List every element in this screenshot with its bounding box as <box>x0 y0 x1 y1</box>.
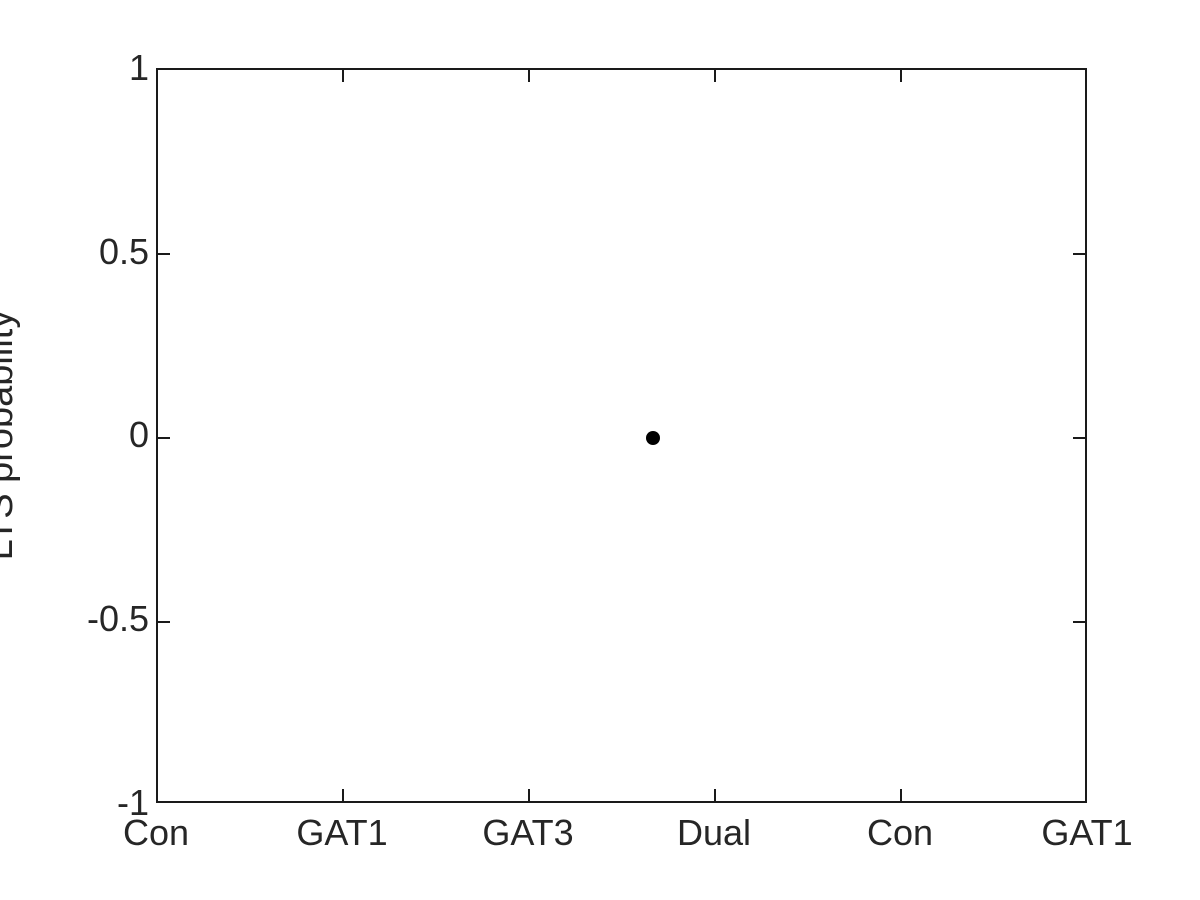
x-tick-mark-con-2 <box>900 789 902 801</box>
y-axis-label: LTS probability <box>0 310 22 561</box>
x-tick-mark-dual <box>714 789 716 801</box>
plot-area <box>156 68 1087 803</box>
x-tick-label-gat3: GAT3 <box>482 812 574 853</box>
y-tick-label-1: 1 <box>128 47 149 88</box>
y-tick-mark-right-0p5 <box>1073 253 1085 255</box>
data-point <box>646 430 661 445</box>
x-tick-mark-top-gat3 <box>528 70 530 82</box>
x-tick-label-gat1-1: GAT1 <box>296 812 388 853</box>
y-tick-label-0p5: 0.5 <box>98 231 149 272</box>
x-tick-mark-top-con-2 <box>900 70 902 82</box>
y-tick-label-0: 0 <box>128 414 149 455</box>
y-tick-mark-neg0p5 <box>158 621 170 623</box>
figure-canvas: LTS probability 1 0.5 0 -0.5 -1 Con GAT1… <box>0 0 1200 900</box>
y-tick-label-neg0p5: -0.5 <box>86 598 149 639</box>
y-tick-mark-0p5 <box>158 253 170 255</box>
x-tick-label-con-1: Con <box>122 812 190 853</box>
x-tick-label-dual: Dual <box>676 812 752 853</box>
y-tick-mark-0 <box>158 437 170 439</box>
x-tick-mark-gat3 <box>528 789 530 801</box>
y-tick-mark-right-0 <box>1073 437 1085 439</box>
x-tick-label-con-2: Con <box>866 812 934 853</box>
x-tick-mark-top-gat1-1 <box>342 70 344 82</box>
x-tick-mark-top-dual <box>714 70 716 82</box>
y-tick-mark-right-neg0p5 <box>1073 621 1085 623</box>
x-tick-label-gat1-2: GAT1 <box>1041 812 1133 853</box>
y-axis-label-text: LTS probability <box>0 309 21 561</box>
x-tick-mark-gat1-1 <box>342 789 344 801</box>
